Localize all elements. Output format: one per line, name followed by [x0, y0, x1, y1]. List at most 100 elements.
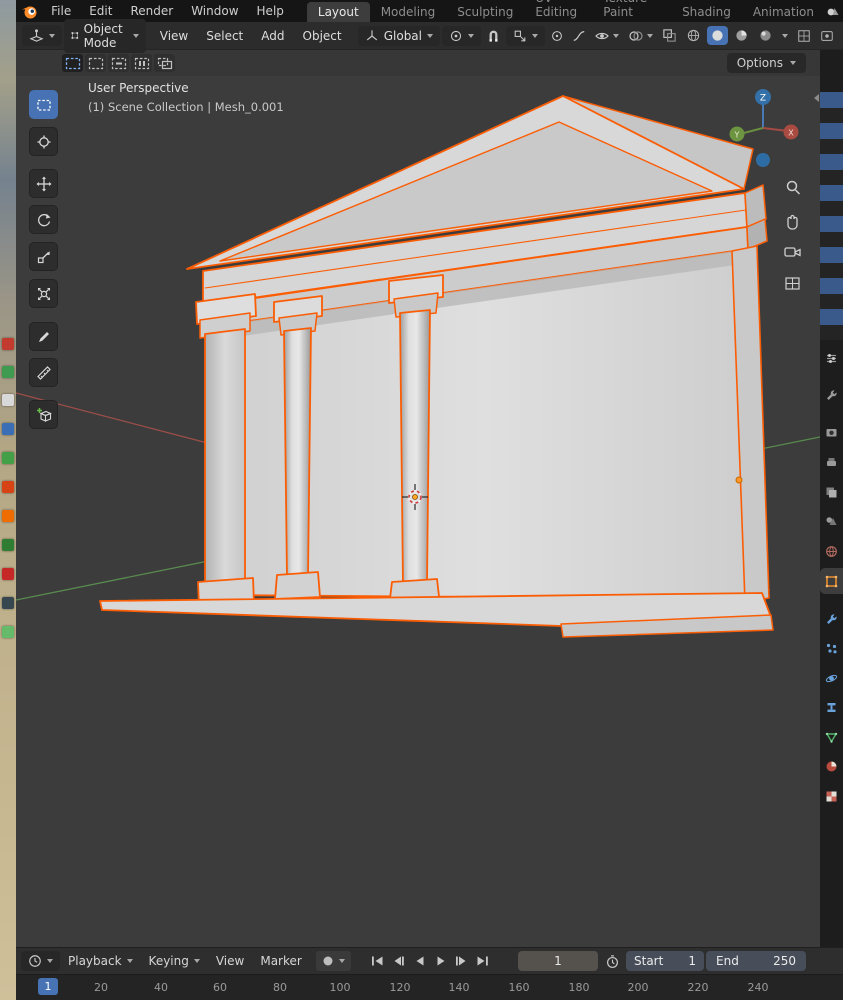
- menu-add[interactable]: Add: [253, 22, 292, 50]
- tool-rotate[interactable]: [29, 205, 58, 234]
- menu-select[interactable]: Select: [198, 22, 251, 50]
- properties-editor-icon[interactable]: [820, 345, 843, 371]
- frame-end-field[interactable]: End 250: [706, 951, 806, 971]
- outliner-row[interactable]: [820, 278, 843, 294]
- ptab-output[interactable]: [820, 449, 843, 475]
- outliner-row[interactable]: [820, 185, 843, 201]
- ptab-physics[interactable]: [820, 665, 843, 691]
- tab-uv-editing[interactable]: UV Editing: [524, 0, 592, 22]
- tab-animation[interactable]: Animation: [742, 2, 825, 22]
- outliner-row[interactable]: [820, 154, 843, 170]
- viewport-canvas[interactable]: Z X Y: [16, 50, 820, 947]
- next-keyframe-button[interactable]: [452, 951, 471, 971]
- outliner-row[interactable]: [820, 263, 843, 279]
- ptab-tool[interactable]: [820, 382, 843, 408]
- desktop-icon[interactable]: [2, 597, 14, 609]
- jump-to-end-button[interactable]: [473, 951, 492, 971]
- desktop-icon[interactable]: [2, 452, 14, 464]
- region-collapse-arrow[interactable]: [814, 94, 819, 102]
- desktop-icon[interactable]: [2, 568, 14, 580]
- ptab-view-layer[interactable]: [820, 479, 843, 505]
- viewport-gizmos-button[interactable]: [794, 27, 814, 45]
- select-mode-extend-button[interactable]: [85, 54, 106, 72]
- current-frame-field[interactable]: 1: [518, 951, 598, 971]
- record-button[interactable]: [322, 955, 334, 967]
- jump-to-start-button[interactable]: [368, 951, 387, 971]
- outliner-row[interactable]: [820, 108, 843, 124]
- transform-orientation-selector[interactable]: Global: [358, 26, 440, 46]
- menu-keying[interactable]: Keying: [141, 947, 208, 975]
- temple-mesh[interactable]: [100, 96, 773, 637]
- tab-sculpting[interactable]: Sculpting: [446, 2, 524, 22]
- outliner-row[interactable]: [820, 170, 843, 186]
- camera-view-button[interactable]: [785, 248, 800, 256]
- outliner-row[interactable]: [820, 123, 843, 139]
- outliner-row[interactable]: [820, 92, 843, 108]
- outliner-row[interactable]: [820, 232, 843, 248]
- prev-keyframe-button[interactable]: [389, 951, 408, 971]
- tool-annotate[interactable]: [29, 322, 58, 351]
- tool-add-cube[interactable]: [29, 400, 58, 429]
- tab-shading[interactable]: Shading: [671, 2, 742, 22]
- shading-rendered-button[interactable]: [755, 26, 776, 45]
- ortho-toggle-button[interactable]: [786, 278, 799, 289]
- shading-material-button[interactable]: [731, 26, 752, 45]
- outliner-row[interactable]: [820, 201, 843, 217]
- timeline-ruler[interactable]: 1 20 40 60 80 100 120 140 160 180 200 22…: [16, 974, 843, 1000]
- play-button[interactable]: [431, 951, 450, 971]
- menu-help[interactable]: Help: [248, 0, 293, 22]
- shading-solid-button[interactable]: [707, 26, 728, 45]
- desktop-icon[interactable]: [2, 366, 14, 378]
- ptab-constraints[interactable]: [820, 694, 843, 720]
- tab-texture-paint[interactable]: Texture Paint: [592, 0, 671, 22]
- desktop-icon[interactable]: [2, 626, 14, 638]
- menu-marker[interactable]: Marker: [252, 947, 309, 975]
- scene-icon[interactable]: [825, 3, 841, 19]
- tab-layout[interactable]: Layout: [307, 2, 370, 22]
- ptab-object[interactable]: [820, 568, 843, 594]
- outliner-row[interactable]: [820, 216, 843, 232]
- ptab-scene[interactable]: [820, 508, 843, 534]
- proportional-falloff-selector[interactable]: [569, 27, 589, 45]
- snap-with-selector[interactable]: [506, 26, 545, 46]
- options-button[interactable]: Options: [727, 53, 806, 73]
- frame-start-field[interactable]: Start 1: [626, 951, 704, 971]
- menu-tl-view[interactable]: View: [208, 947, 252, 975]
- pivot-point-selector[interactable]: [442, 26, 481, 46]
- select-mode-set-button[interactable]: [62, 54, 83, 72]
- blender-logo-icon[interactable]: [16, 0, 42, 22]
- outliner-row[interactable]: [820, 294, 843, 310]
- snap-toggle[interactable]: [483, 26, 504, 45]
- tool-transform[interactable]: [29, 279, 58, 308]
- viewport-3d[interactable]: Options User Perspective (1) Scene Colle…: [16, 50, 820, 947]
- xray-toggle[interactable]: [659, 26, 680, 45]
- ptab-world[interactable]: [820, 538, 843, 564]
- viewport-render-button[interactable]: [817, 27, 837, 45]
- menu-view[interactable]: View: [152, 22, 196, 50]
- outliner-row[interactable]: [820, 325, 843, 341]
- playhead-frame-badge[interactable]: 1: [38, 978, 58, 995]
- menu-object[interactable]: Object: [295, 22, 350, 50]
- ptab-particles[interactable]: [820, 635, 843, 661]
- tool-move[interactable]: [29, 169, 58, 198]
- select-mode-intersect-button[interactable]: [154, 54, 175, 72]
- tool-cursor[interactable]: [29, 127, 58, 156]
- select-mode-subtract-button[interactable]: [108, 54, 129, 72]
- proportional-editing-toggle[interactable]: [547, 27, 567, 45]
- ptab-object-data[interactable]: [820, 724, 843, 750]
- mode-selector[interactable]: Object Mode: [64, 19, 146, 53]
- outliner-row[interactable]: [820, 247, 843, 263]
- tab-modeling[interactable]: Modeling: [370, 2, 447, 22]
- desktop-icon[interactable]: [2, 510, 14, 522]
- outliner-row[interactable]: [820, 309, 843, 325]
- tool-measure[interactable]: [29, 358, 58, 387]
- ptab-texture[interactable]: [820, 783, 843, 809]
- outliner-row[interactable]: [820, 139, 843, 155]
- ptab-modifiers[interactable]: [820, 606, 843, 632]
- zoom-button[interactable]: [788, 182, 800, 195]
- menu-window[interactable]: Window: [182, 0, 247, 22]
- select-mode-invert-button[interactable]: [131, 54, 152, 72]
- show-visibility-selector[interactable]: [591, 26, 622, 46]
- pan-hand-button[interactable]: [788, 216, 797, 230]
- play-reverse-button[interactable]: [410, 951, 429, 971]
